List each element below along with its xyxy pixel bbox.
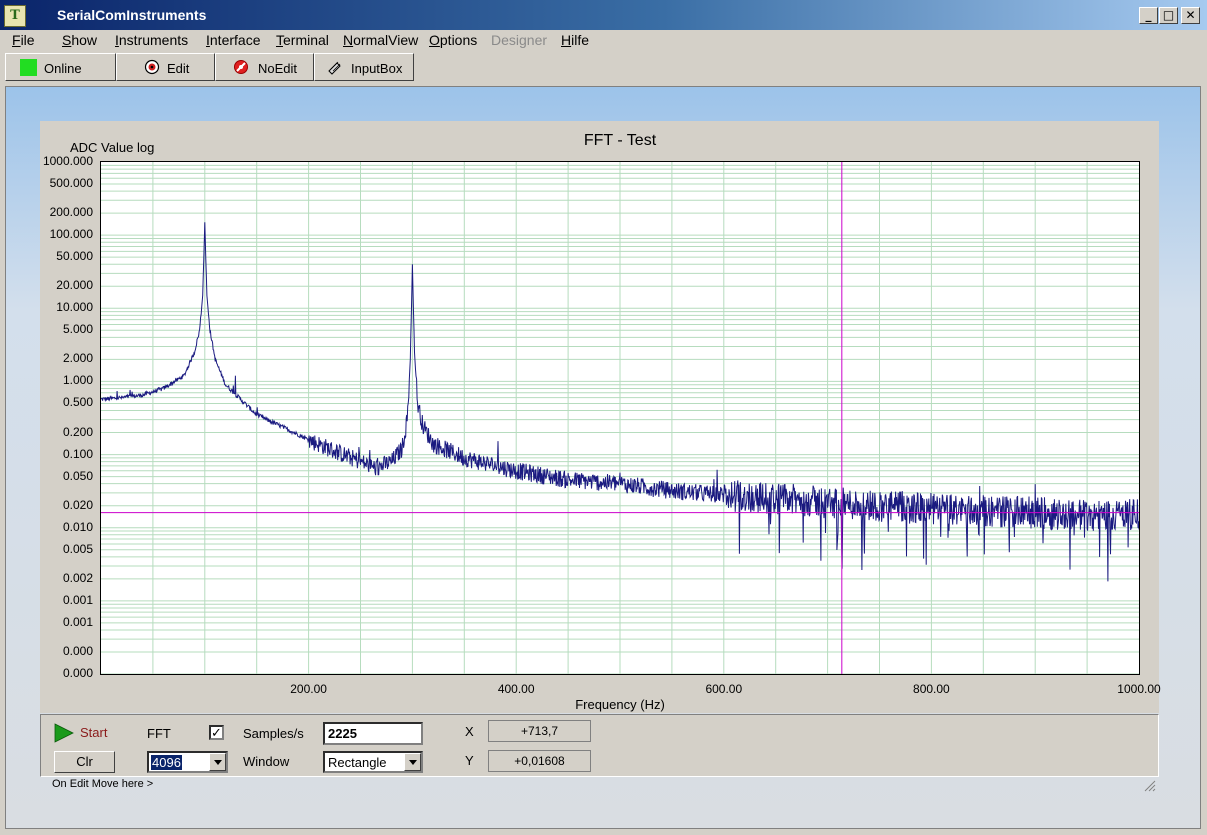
y-axis-label: ADC Value log (70, 140, 155, 155)
noedit-button[interactable]: NoEdit (215, 53, 314, 81)
menu-hilfe[interactable]: Hilfe (561, 32, 589, 48)
x-tick-label: 400.00 (497, 682, 535, 696)
window-select[interactable]: Rectangle (323, 751, 423, 773)
y-tick-label: 2.000 (62, 351, 93, 366)
noedit-label: NoEdit (258, 61, 298, 76)
app-icon[interactable]: T (4, 5, 26, 27)
fft-size-select[interactable]: 4096 (147, 751, 228, 773)
window-value: Rectangle (328, 755, 387, 770)
y-tick-label: 0.010 (62, 519, 93, 534)
x-tick-label: 200.00 (290, 682, 327, 696)
x-axis-label: Frequency (Hz) (575, 697, 665, 712)
toolbar: Online Edit NoEdit InputBox (5, 53, 414, 83)
online-label: Online (44, 61, 82, 76)
chevron-down-icon[interactable] (209, 753, 226, 771)
y-tick-label: 0.002 (62, 570, 93, 585)
y-tick-label: 0.001 (62, 592, 93, 607)
status-bar[interactable]: On Edit Move here > (40, 777, 1159, 793)
y-tick-label: 5.000 (62, 322, 93, 337)
y-readout: +0,01608 (488, 750, 591, 772)
noedit-icon (234, 60, 248, 74)
minimize-icon[interactable]: _ (1139, 7, 1158, 24)
close-icon[interactable]: ✕ (1181, 7, 1200, 24)
fft-label: FFT (147, 726, 171, 741)
samples-value: 2225 (328, 726, 357, 741)
x-tick-label: 1000.00 (1117, 682, 1161, 696)
menu-terminal[interactable]: Terminal (276, 32, 329, 48)
chevron-down-icon[interactable] (404, 753, 421, 771)
menu-designer: Designer (491, 32, 548, 48)
y-tick-label: 0.200 (62, 424, 93, 439)
clr-button[interactable]: Clr (54, 751, 115, 773)
y-tick-label: 10.000 (56, 300, 93, 315)
resize-grip-icon[interactable] (1143, 779, 1156, 792)
x-readout: +713,7 (488, 720, 591, 742)
y-tick-label: 0.001 (62, 614, 93, 629)
y-tick-label: 0.000 (62, 643, 93, 658)
menu-options[interactable]: Options (429, 32, 477, 48)
fft-checkbox[interactable]: ✓ (209, 725, 224, 740)
inputbox-icon (328, 61, 341, 75)
online-status-icon (20, 59, 37, 76)
start-label: Start (80, 725, 108, 740)
menu-bar: File Show Instruments Interface Terminal… (0, 30, 1207, 50)
chart-title: FFT - Test (583, 132, 657, 149)
y-tick-label: 0.020 (62, 497, 93, 512)
inputbox-label: InputBox (351, 61, 403, 76)
y-tick-label: 0.000 (62, 666, 93, 680)
y-tick-label: 20.000 (56, 278, 93, 293)
y-tick-label: 0.005 (62, 541, 93, 556)
y-tick-label: 1000.000 (42, 154, 93, 168)
x-readout-label: X (465, 724, 474, 739)
fft-plot[interactable] (101, 162, 1139, 674)
x-tick-label: 800.00 (913, 682, 950, 696)
samples-input[interactable]: 2225 (323, 722, 423, 745)
play-icon (54, 723, 74, 743)
menu-instruments[interactable]: Instruments (115, 32, 188, 48)
y-tick-label: 100.000 (49, 227, 93, 242)
window-label: Window (243, 754, 290, 769)
samples-label: Samples/s (243, 726, 304, 741)
y-readout-label: Y (465, 753, 474, 768)
fft-size-value: 4096 (151, 755, 182, 770)
menu-show[interactable]: Show (62, 32, 97, 48)
y-tick-label: 1.000 (62, 373, 93, 388)
edit-icon (144, 59, 160, 75)
y-tick-label: 50.000 (56, 249, 93, 264)
plot-area[interactable] (100, 161, 1140, 675)
y-tick-label: 0.500 (62, 395, 93, 410)
online-button[interactable]: Online (5, 53, 116, 81)
start-button[interactable]: Start (54, 723, 124, 743)
menu-file[interactable]: File (12, 32, 35, 48)
control-panel: Start Clr FFT ✓ 4096 Samples/s 2225 Wind… (40, 714, 1159, 777)
inputbox-button[interactable]: InputBox (314, 53, 414, 81)
y-tick-label: 200.000 (49, 205, 93, 220)
window-title: SerialComInstruments (57, 7, 207, 23)
menu-normalview[interactable]: NormalView (343, 32, 418, 48)
y-tick-label: 0.050 (62, 468, 93, 483)
x-tick-label: 600.00 (705, 682, 743, 696)
edit-label: Edit (167, 61, 190, 76)
y-tick-label: 500.000 (49, 176, 93, 191)
status-text: On Edit Move here > (52, 778, 154, 790)
menu-interface[interactable]: Interface (206, 32, 260, 48)
y-tick-label: 0.100 (62, 446, 93, 461)
checkmark-icon: ✓ (211, 725, 222, 740)
edit-button[interactable]: Edit (116, 53, 215, 81)
maximize-icon[interactable]: □ (1159, 7, 1178, 24)
